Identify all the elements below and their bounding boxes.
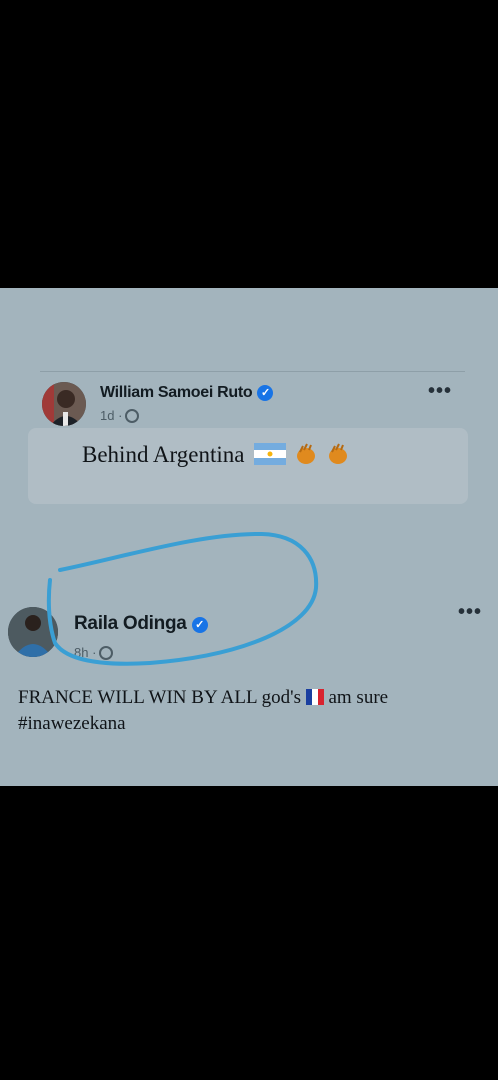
screenshot-area: William Samoei Ruto ✓ 1d · ••• Behind Arg…: [0, 288, 498, 786]
annotation-circle: [46, 531, 319, 666]
